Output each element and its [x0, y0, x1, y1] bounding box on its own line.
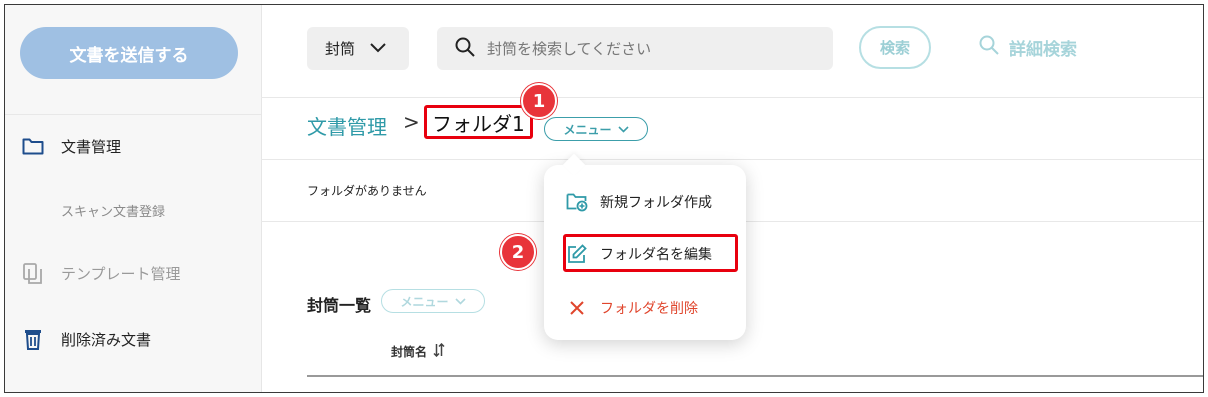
empty-folder-message: フォルダがありません: [307, 184, 427, 198]
folder-menu-button[interactable]: メニュー: [544, 117, 648, 141]
envelope-list-title: 封筒一覧: [307, 296, 372, 315]
breadcrumb-root-link[interactable]: 文書管理: [307, 111, 387, 140]
search-input[interactable]: [485, 38, 809, 59]
breadcrumb: 文書管理 > フォルダ1 メニュー: [261, 97, 1203, 160]
menu-item-delete-folder[interactable]: フォルダを削除: [566, 297, 698, 319]
envelope-type-select[interactable]: 封筒: [307, 27, 409, 70]
sidebar-item-label: 削除済み文書: [61, 330, 152, 349]
delete-icon: [566, 297, 588, 319]
column-header-label: 封筒名: [391, 345, 428, 359]
sidebar-item-deleted-documents[interactable]: 削除済み文書: [21, 327, 151, 351]
menu-item-label: フォルダを削除: [600, 301, 698, 317]
advanced-search-link[interactable]: 詳細検索: [979, 35, 1077, 60]
column-header-envelope-name[interactable]: 封筒名: [391, 342, 445, 360]
advanced-search-label: 詳細検索: [1009, 40, 1077, 60]
menu-item-rename-folder[interactable]: フォルダ名を編集: [566, 243, 712, 265]
send-document-button[interactable]: 文書を送信する: [20, 27, 238, 79]
folder-icon: [21, 134, 45, 158]
search-button[interactable]: 検索: [859, 26, 931, 69]
sidebar-item-label: テンプレート管理: [61, 264, 181, 283]
menu-item-new-folder[interactable]: 新規フォルダ作成: [566, 191, 712, 213]
breadcrumb-separator: >: [403, 110, 420, 134]
search-icon: [455, 37, 475, 61]
step-marker-1: 1: [521, 83, 557, 119]
folder-menu-dropdown: 新規フォルダ作成 フォルダ名を編集 フォルダを削除: [544, 165, 746, 340]
envelope-menu-label: メニュー: [400, 294, 449, 309]
envelope-select-label: 封筒: [325, 40, 356, 58]
sidebar-divider: [5, 114, 261, 115]
step-marker-2: 2: [500, 234, 536, 270]
breadcrumb-current-folder: フォルダ1: [424, 105, 533, 139]
edit-icon: [566, 243, 588, 265]
sidebar-item-scan-registration[interactable]: スキャン文書登録: [61, 201, 165, 220]
sort-icon[interactable]: [433, 342, 445, 360]
sidebar-item-document-management[interactable]: 文書管理: [21, 134, 121, 158]
folder-menu-label: メニュー: [563, 122, 612, 137]
table-header-divider: [307, 375, 1203, 377]
trash-icon: [21, 327, 45, 351]
top-bar: 封筒 検索 詳細検索: [261, 5, 1203, 98]
search-icon: [979, 35, 999, 60]
app-window: 文書を送信する 文書管理 スキャン文書登録 テンプレート管理 削除済み文書 封筒: [4, 4, 1204, 393]
chevron-down-icon: [454, 294, 466, 308]
chevron-down-icon: [617, 122, 629, 136]
sidebar-item-template-management[interactable]: テンプレート管理: [21, 261, 181, 285]
menu-item-label: 新規フォルダ作成: [600, 195, 712, 211]
search-box[interactable]: [437, 27, 833, 70]
chevron-down-icon: [369, 40, 387, 58]
menu-item-label: フォルダ名を編集: [600, 247, 712, 263]
sidebar-item-label: 文書管理: [61, 137, 122, 156]
folder-add-icon: [566, 191, 588, 213]
envelope-menu-button[interactable]: メニュー: [381, 289, 485, 313]
sidebar: 文書を送信する 文書管理 スキャン文書登録 テンプレート管理 削除済み文書: [5, 5, 262, 392]
template-icon: [21, 261, 45, 285]
